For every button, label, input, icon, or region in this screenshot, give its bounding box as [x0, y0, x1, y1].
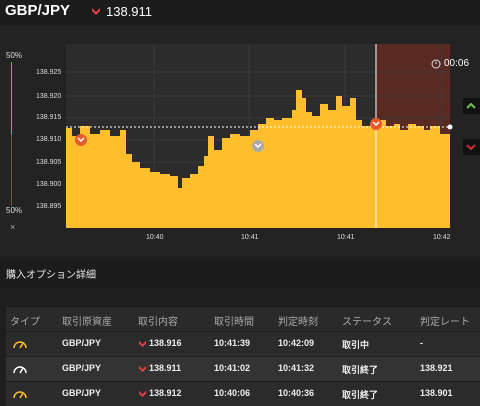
details-title: 購入オプション詳細	[6, 270, 96, 281]
judge-time-cell: 10:40:36	[278, 388, 315, 398]
time-cell: 10:40:06	[214, 388, 251, 398]
x-tick: 10:42	[433, 234, 451, 241]
trade-marker-1	[75, 134, 87, 146]
down-arrow-icon	[138, 340, 147, 348]
x-tick: 10:41	[241, 234, 259, 241]
table-header: タイプ 取引原資産 取引内容 取引時間 判定時刻 ステータス 判定レート	[6, 307, 480, 331]
status-cell: 取引終了	[342, 390, 379, 400]
rate-cell: 138.921	[420, 363, 453, 373]
y-tick: 138.925	[36, 69, 62, 76]
content-cell: 138.911	[149, 363, 182, 373]
asset-cell: GBP/JPY	[62, 388, 102, 398]
asset-cell: GBP/JPY	[62, 363, 102, 373]
content-cell: 138.912	[149, 388, 182, 398]
top-bar: GBP/JPY 138.911	[0, 0, 480, 26]
gauge-icon	[13, 366, 27, 374]
column-header: 取引原資産	[62, 317, 112, 328]
table-row[interactable]: GBP/JPY 138.911 10:41:02 10:41:32 取引終了 1…	[6, 356, 480, 381]
judge-time-cell: 10:42:09	[278, 338, 315, 348]
status-cell: 取引終了	[342, 365, 379, 375]
time-cell: 10:41:02	[214, 363, 251, 373]
expiry-timer: 00:06	[444, 58, 470, 69]
trade-marker-3	[370, 118, 382, 130]
asset-cell: GBP/JPY	[62, 338, 102, 348]
column-header: 取引内容	[138, 317, 178, 328]
column-header: 取引時間	[214, 317, 254, 328]
column-header: タイプ	[10, 317, 40, 328]
details-header: 購入オプション詳細	[0, 258, 480, 288]
up-button-icon[interactable]	[463, 98, 480, 114]
price-chart	[66, 44, 480, 228]
x-tick: 10:41	[337, 234, 355, 241]
down-arrow-icon	[92, 8, 100, 15]
options-table: タイプ 取引原資産 取引内容 取引時間 判定時刻 ステータス 判定レート GBP…	[6, 307, 480, 406]
column-header: 判定時刻	[278, 317, 318, 328]
y-tick: 138.920	[36, 93, 62, 100]
content-cell: 138.916	[149, 338, 182, 348]
table-row[interactable]: GBP/JPY 138.916 10:41:39 10:42:09 取引中 -	[6, 331, 480, 356]
status-cell: 取引中	[342, 340, 370, 350]
y-tick: 138.900	[36, 181, 62, 188]
trade-marker-2	[252, 140, 264, 152]
currency-pair: GBP/JPY	[5, 2, 71, 19]
column-header: ステータス	[342, 317, 392, 328]
x-tick: 10:40	[146, 234, 164, 241]
down-arrow-icon	[138, 365, 147, 373]
current-price: 138.911	[106, 4, 153, 19]
down-arrow-icon	[138, 390, 147, 398]
rate-cell: 138.901	[420, 388, 453, 398]
y-tick: 138.915	[36, 114, 62, 121]
gauge-icon	[13, 341, 27, 349]
y-tick: 138.910	[36, 136, 62, 143]
y-tick: 138.905	[36, 159, 62, 166]
rate-cell: -	[420, 338, 423, 348]
time-cell: 10:41:39	[214, 338, 251, 348]
table-row[interactable]: GBP/JPY 138.912 10:40:06 10:40:36 取引終了 1…	[6, 381, 480, 406]
y-tick: 138.895	[36, 203, 62, 210]
column-header: 判定レート	[420, 317, 470, 328]
down-button-icon[interactable]	[463, 139, 480, 155]
gauge-icon	[13, 391, 27, 399]
current-price-dot	[447, 124, 453, 130]
judge-time-cell: 10:41:32	[278, 363, 315, 373]
